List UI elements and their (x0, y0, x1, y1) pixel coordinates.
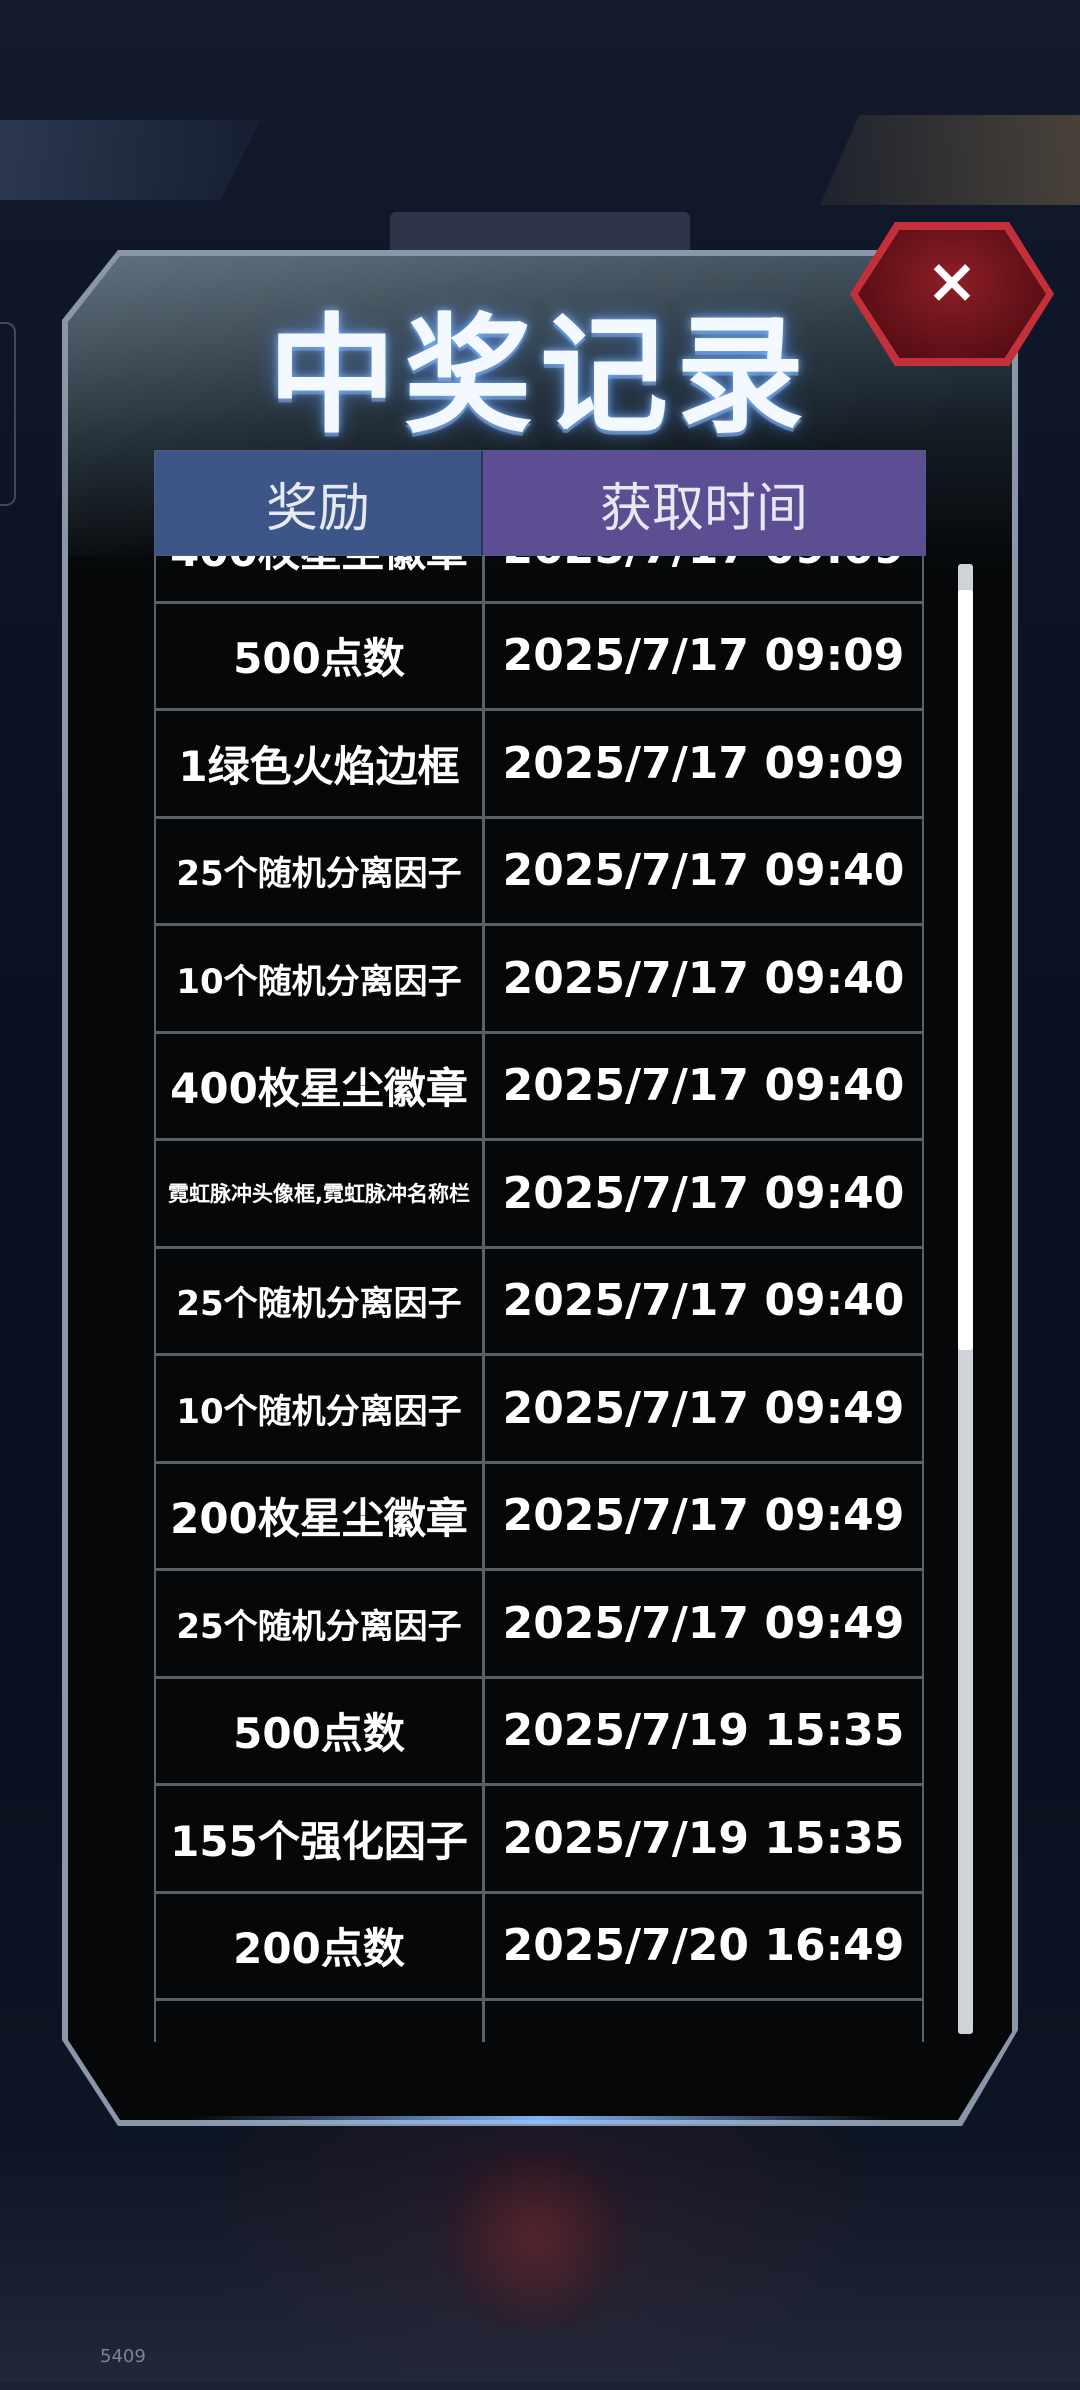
time-cell: 2025/7/17 09:09 (485, 556, 922, 601)
time-cell (485, 2001, 922, 2042)
table-row: 200枚星尘徽章 2025/7/17 09:49 (154, 1463, 924, 1571)
table-row: 400枚星尘徽章 2025/7/17 09:09 (154, 556, 924, 604)
time-cell: 2025/7/17 09:49 (502, 1382, 905, 1434)
table-row: 25个随机分离因子 2025/7/17 09:49 (154, 1571, 924, 1679)
reward-cell: 500点数 (156, 603, 485, 708)
table-row: 155个强化因子 2025/7/19 15:35 (154, 1786, 924, 1894)
reward-cell: 1绿色火焰边框 (156, 711, 485, 816)
reward-cell: 500点数 (156, 1678, 485, 1783)
reward-cell: 400枚星尘徽章 (156, 1033, 485, 1138)
close-icon: × (926, 244, 978, 317)
table-row: 400枚星尘徽章 2025/7/17 09:40 (154, 1033, 924, 1141)
column-header-time: 获取时间 (483, 451, 925, 555)
table-row: 10个随机分离因子 2025/7/17 09:40 (154, 926, 924, 1034)
time-cell: 2025/7/17 09:49 (502, 1597, 905, 1649)
reward-cell: 25个随机分离因子 (156, 818, 485, 923)
footer-code: 5409 (100, 2346, 146, 2367)
time-cell: 2025/7/17 09:09 (502, 737, 905, 789)
time-cell: 2025/7/17 09:40 (502, 952, 905, 1004)
table-row: 25个随机分离因子 2025/7/17 09:40 (154, 1248, 924, 1356)
reward-cell: 400枚星尘徽章 (156, 556, 485, 601)
table-row: 200点数 2025/7/20 16:49 (154, 1893, 924, 2001)
table-header: 奖励 获取时间 (154, 450, 926, 556)
reward-cell (156, 2001, 485, 2042)
reward-cell: 10个随机分离因子 (156, 926, 485, 1031)
time-cell: 2025/7/17 09:40 (502, 845, 905, 897)
column-header-reward: 奖励 (155, 451, 483, 555)
reward-cell: 200点数 (156, 1893, 485, 1998)
reward-cell: 200枚星尘徽章 (156, 1463, 485, 1568)
dialog-bottom-glow (190, 2116, 890, 2124)
records-list[interactable]: 400枚星尘徽章 2025/7/17 09:09 500点数 2025/7/17… (154, 556, 924, 2042)
time-cell: 2025/7/19 15:35 (502, 1812, 905, 1864)
reward-cell: 霓虹脉冲头像框,霓虹脉冲名称栏 (156, 1141, 485, 1246)
time-cell: 2025/7/20 16:49 (502, 1920, 905, 1972)
table-row: 25个随机分离因子 2025/7/17 09:40 (154, 818, 924, 926)
scrollbar-thumb[interactable] (958, 590, 973, 1350)
table-row: 500点数 2025/7/17 09:09 (154, 603, 924, 711)
time-cell: 2025/7/17 09:09 (502, 630, 905, 682)
time-cell: 2025/7/17 09:40 (502, 1060, 905, 1112)
time-cell: 2025/7/17 09:49 (502, 1490, 905, 1542)
time-cell: 2025/7/17 09:40 (502, 1167, 905, 1219)
records-list-content: 400枚星尘徽章 2025/7/17 09:09 500点数 2025/7/17… (154, 556, 924, 2042)
reward-cell: 155个强化因子 (156, 1786, 485, 1891)
table-row: 10个随机分离因子 2025/7/17 09:49 (154, 1356, 924, 1464)
table-row: 500点数 2025/7/19 15:35 (154, 1678, 924, 1786)
reward-cell: 10个随机分离因子 (156, 1356, 485, 1461)
table-row (154, 2001, 924, 2042)
time-cell: 2025/7/19 15:35 (502, 1705, 905, 1757)
background-banner-left (0, 120, 260, 200)
table-row: 霓虹脉冲头像框,霓虹脉冲名称栏 2025/7/17 09:40 (154, 1141, 924, 1249)
reward-cell: 25个随机分离因子 (156, 1248, 485, 1353)
background-banner-right (820, 115, 1080, 205)
reward-cell: 25个随机分离因子 (156, 1571, 485, 1676)
table-row: 1绿色火焰边框 2025/7/17 09:09 (154, 711, 924, 819)
time-cell: 2025/7/17 09:40 (502, 1275, 905, 1327)
